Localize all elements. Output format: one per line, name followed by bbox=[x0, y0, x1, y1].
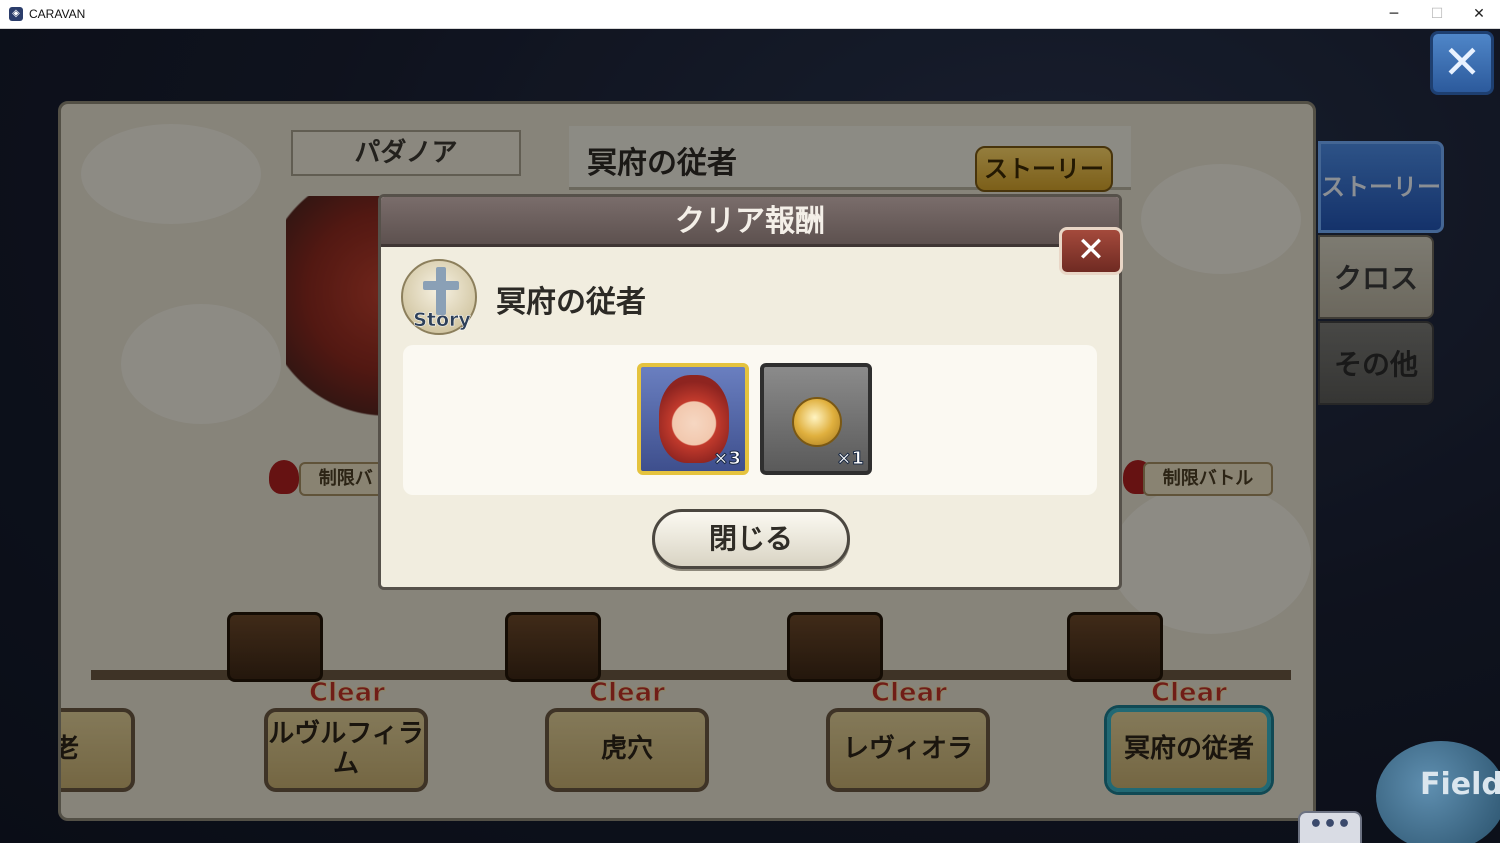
field-label: Field bbox=[1420, 767, 1500, 802]
more-menu-button[interactable]: ••• bbox=[1298, 811, 1362, 843]
window-close-button[interactable]: ✕ bbox=[1457, 0, 1500, 29]
maximize-button[interactable]: ☐ bbox=[1415, 0, 1459, 29]
reward-character-icon[interactable]: ×3 bbox=[637, 363, 749, 475]
reward-list: ×3 ×1 bbox=[403, 345, 1097, 495]
reward-coin-icon[interactable]: ×1 bbox=[760, 363, 872, 475]
reward-quantity: ×1 bbox=[836, 448, 865, 470]
field-button[interactable]: Field bbox=[1376, 741, 1500, 843]
close-icon[interactable]: ✕ bbox=[1430, 31, 1494, 95]
dialog-quest-name: 冥府の従者 bbox=[496, 285, 646, 320]
sword-guard-icon bbox=[423, 281, 459, 290]
dialog-header: クリア報酬 bbox=[381, 197, 1119, 247]
story-badge-label: Story bbox=[413, 309, 471, 332]
sword-icon bbox=[436, 267, 446, 315]
reward-quantity: ×3 bbox=[713, 448, 742, 470]
window-titlebar: ◈ CARAVAN ─ ☐ ✕ bbox=[0, 0, 1500, 29]
minimize-button[interactable]: ─ bbox=[1372, 0, 1416, 29]
window-title: CARAVAN bbox=[29, 7, 86, 21]
story-badge-icon: Story bbox=[401, 259, 477, 335]
close-dialog-button[interactable]: 閉じる bbox=[652, 509, 850, 569]
app-icon: ◈ bbox=[9, 7, 23, 21]
coin-icon bbox=[792, 397, 842, 447]
dialog-title: クリア報酬 bbox=[675, 204, 825, 239]
clear-reward-dialog: クリア報酬 Story 冥府の従者 ×3 ×1 閉じる bbox=[378, 194, 1122, 590]
dialog-close-icon[interactable]: ✕ bbox=[1059, 227, 1123, 275]
